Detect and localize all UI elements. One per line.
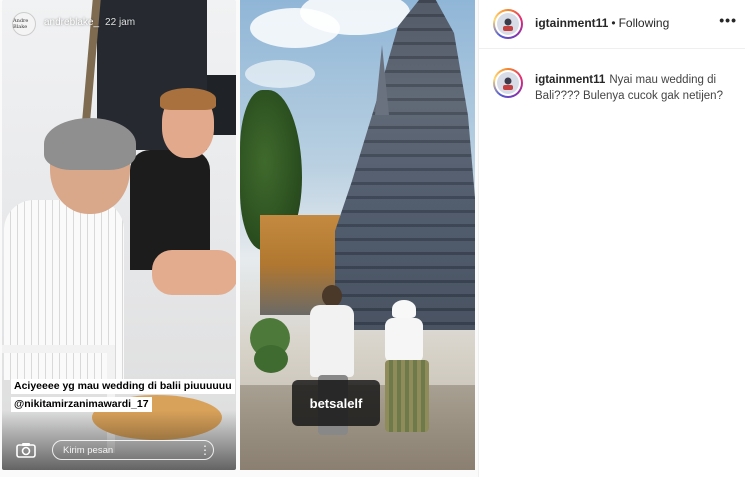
- avatar-icon: [497, 13, 519, 35]
- pagoda: [335, 0, 475, 330]
- story-man-hair: [160, 88, 216, 110]
- post-sidebar: igtainment11 • Following ••• igtainment11 N…: [478, 0, 745, 477]
- more-vertical-icon[interactable]: ⋮: [199, 441, 211, 459]
- header-username[interactable]: igtainment11: [535, 16, 608, 30]
- man-shirt: [310, 305, 354, 377]
- user-tag[interactable]: betsalelf: [292, 380, 380, 426]
- camera-icon[interactable]: [12, 436, 40, 464]
- post-header: igtainment11 • Following •••: [479, 0, 745, 49]
- story-screenshot: Andre Blake andreblake_ 22 jam Aciyeeee y…: [2, 0, 236, 470]
- woman-top: [385, 318, 423, 363]
- temple-photo: betsalelf: [240, 0, 475, 470]
- caption-username[interactable]: igtainment11: [535, 74, 605, 86]
- story-woman-hair: [44, 118, 136, 170]
- post-media[interactable]: Andre Blake andreblake_ 22 jam Aciyeeee y…: [0, 0, 478, 477]
- story-caption: Aciyeeee yg mau wedding di balii piuuuuu…: [11, 376, 236, 412]
- following-button[interactable]: Following: [619, 16, 670, 30]
- story-caption-mention[interactable]: @nikitamirzanimawardi_17: [11, 397, 152, 412]
- more-horizontal-icon[interactable]: •••: [719, 12, 737, 28]
- story-avatar[interactable]: Andre Blake: [12, 12, 36, 36]
- header-user-line: igtainment11 • Following: [535, 16, 669, 30]
- story-man-arm: [152, 250, 236, 295]
- story-username[interactable]: andreblake_: [44, 17, 99, 28]
- man-head: [322, 285, 342, 307]
- avatar-border: [495, 70, 521, 96]
- post-caption: igtainment11 Nyai mau wedding di Bali????…: [535, 72, 733, 104]
- story-avatar-text: Andre Blake: [13, 18, 29, 30]
- cloud: [245, 60, 315, 88]
- story-time: 22 jam: [105, 17, 136, 28]
- story-user-line: andreblake_ 22 jam: [44, 17, 135, 28]
- instagram-post: Andre Blake andreblake_ 22 jam Aciyeeee y…: [0, 0, 745, 477]
- avatar-border: [495, 11, 521, 37]
- woman-cap: [392, 300, 416, 318]
- bush: [254, 345, 288, 373]
- header-avatar[interactable]: [493, 9, 523, 39]
- woman-skirt: [385, 360, 429, 432]
- caption-avatar[interactable]: [493, 68, 523, 98]
- story-caption-text: Aciyeeee yg mau wedding di balii piuuuuu…: [11, 379, 235, 394]
- story-reply-input[interactable]: Kirim pesan: [52, 440, 214, 460]
- avatar-icon: [497, 72, 519, 94]
- header-separator: •: [611, 16, 616, 30]
